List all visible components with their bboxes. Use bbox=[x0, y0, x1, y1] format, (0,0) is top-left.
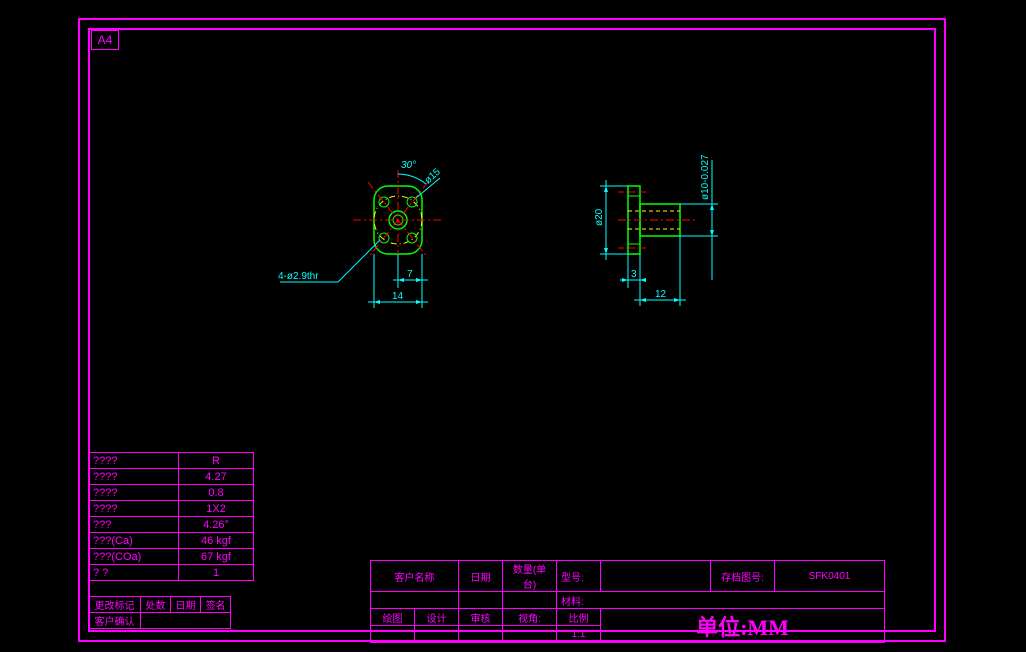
spec-table: ????R ????4.27 ????0.8 ????1X2 ???4.26° … bbox=[88, 452, 254, 581]
dim-hole-note: 4-ø2.9thr bbox=[278, 271, 319, 282]
sheet-format: A4 bbox=[91, 30, 119, 50]
dim-12: 12 bbox=[655, 289, 667, 300]
drawing-canvas: 30° ø15 4-ø2.9thr 7 14 ø20 ø10-0.027 bbox=[88, 50, 936, 440]
dim-angle: 30° bbox=[401, 160, 416, 171]
title-block: 客户名称 日期 数量(单台) 型号: 存档图号: SFK0401 材料: 绘图 … bbox=[370, 560, 885, 643]
dim-10: ø10-0.027 bbox=[700, 154, 711, 200]
dim-7: 7 bbox=[407, 269, 413, 280]
dim-3: 3 bbox=[631, 269, 637, 280]
dim-20: ø20 bbox=[594, 208, 605, 226]
dim-14: 14 bbox=[392, 291, 404, 302]
revision-table: 更改标记处数日期签名 客户确认 bbox=[88, 596, 231, 629]
unit-label: 单位:MM bbox=[696, 615, 789, 640]
